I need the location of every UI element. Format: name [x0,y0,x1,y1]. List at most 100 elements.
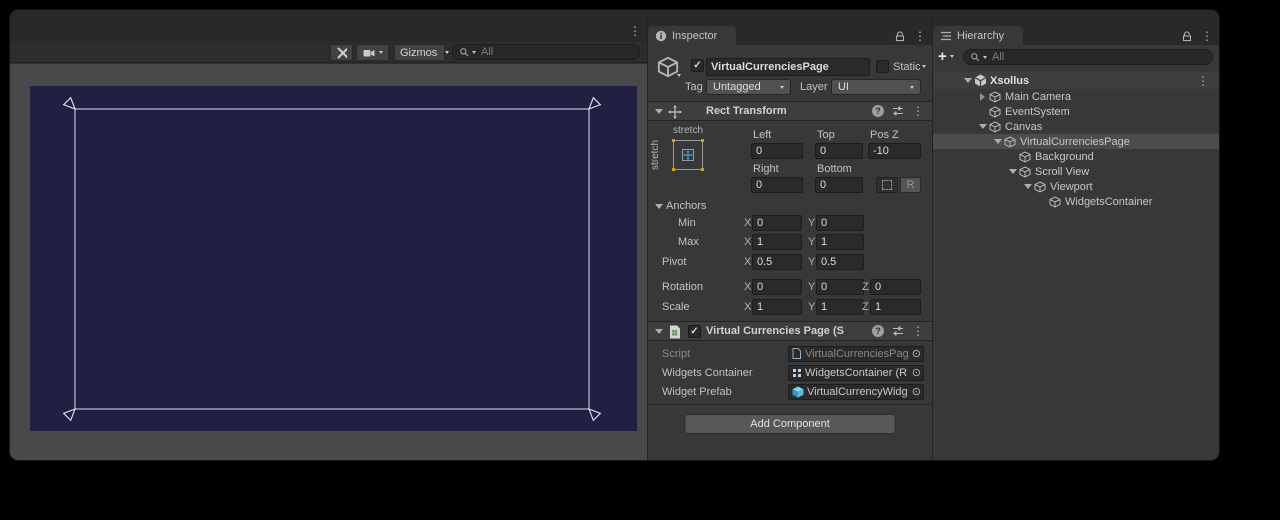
inspector-menu-icon[interactable]: ⋮ [914,30,926,42]
tab-hierarchy[interactable]: Hierarchy [933,26,1023,45]
hierarchy-item-widgetscontainer[interactable]: WidgetsContainer [933,194,1219,209]
foldout-icon[interactable] [961,74,974,87]
anchor-presets-button[interactable] [673,140,703,170]
hierarchy-item-eventsystem[interactable]: EventSystem [933,104,1219,119]
add-component-button[interactable]: Add Component [685,414,896,434]
scale-x-field[interactable] [752,299,802,315]
create-object-button[interactable]: + [938,49,954,64]
hierarchy-search-input[interactable] [990,50,1206,64]
layer-dropdown[interactable]: UI [831,79,921,95]
hierarchy-search-field[interactable] [963,49,1213,65]
scale-y-field[interactable] [816,299,864,315]
foldout-icon[interactable] [1006,165,1019,178]
presets-icon[interactable] [892,325,904,337]
foldout-spacer [1036,195,1049,208]
gizmos-dropdown[interactable]: Gizmos [394,44,445,61]
pivot-label: Pivot [662,256,686,268]
hierarchy-item-scroll-view[interactable]: Scroll View [933,164,1219,179]
help-icon[interactable]: ? [872,105,884,117]
scale-label: Scale [662,301,690,313]
blueprint-mode-button[interactable] [876,177,898,193]
anchors-label[interactable]: Anchors [666,200,706,212]
chevron-down-icon [910,86,914,89]
bottom-field[interactable] [815,177,863,193]
foldout-icon[interactable] [991,135,1004,148]
widget-prefab-field[interactable]: VirtualCurrencyWidg ⊙ [788,384,924,400]
pivot-y-field[interactable] [816,254,864,270]
scene-camera-button[interactable] [356,44,389,61]
lock-icon[interactable] [1181,30,1193,42]
component-enabled-checkbox[interactable]: ✓ [688,325,701,338]
foldout-icon[interactable] [652,105,665,118]
rect-transform-header[interactable]: Rect Transform ? ⋮ [648,101,932,121]
stretch-vertical-label: stretch [650,138,662,172]
anchors-foldout-icon[interactable] [652,200,665,213]
rotation-y-field[interactable] [816,279,864,295]
script-component-header[interactable]: ✓ Virtual Currencies Page (S ? ⋮ [648,321,932,341]
ui-canvas-preview[interactable] [30,86,637,431]
scale-z-field[interactable] [870,299,921,315]
hierarchy-item-xsollus[interactable]: Xsollus ⋮ [933,72,1219,89]
static-checkbox[interactable] [876,60,889,73]
lock-icon[interactable] [894,30,906,42]
hierarchy-item-main-camera[interactable]: Main Camera [933,89,1219,104]
camera-icon [363,47,375,59]
pivot-x-field[interactable] [752,254,802,270]
object-picker-icon[interactable]: ⊙ [912,349,921,360]
anchor-max-x-field[interactable] [752,234,802,250]
icon-picker-caret-icon[interactable] [677,74,681,77]
hierarchy-item-background[interactable]: Background [933,149,1219,164]
layer-label: Layer [800,81,828,93]
scene-search-input[interactable] [479,45,633,59]
component-menu-icon[interactable]: ⋮ [912,105,924,117]
script-row-label: Script [662,348,690,360]
hierarchy-item-viewport[interactable]: Viewport [933,179,1219,194]
rotation-z-field[interactable] [870,279,921,295]
active-checkbox[interactable]: ✓ [691,59,704,72]
right-field[interactable] [751,177,803,193]
object-picker-icon[interactable]: ⊙ [912,387,921,398]
object-picker-icon[interactable]: ⊙ [912,368,921,379]
stretch-horizontal-label: stretch [673,125,703,136]
widgets-container-field[interactable]: WidgetsContainer (R ⊙ [788,365,924,381]
scene-search-field[interactable] [452,44,640,60]
gameobject-icon [1049,196,1061,208]
hierarchy-menu-icon[interactable]: ⋮ [1201,30,1213,42]
anchor-min-y-field[interactable] [816,215,864,231]
tab-inspector[interactable]: Inspector [648,26,736,45]
anchor-max-y-field[interactable] [816,234,864,250]
scene-viewport[interactable] [10,63,647,460]
foldout-icon[interactable] [652,325,665,338]
chevron-down-icon [379,51,383,54]
top-field[interactable] [815,143,863,159]
static-caret-icon[interactable] [922,65,926,68]
hierarchy-tree: Xsollus ⋮ Main Camera EventSystem Canvas [933,72,1219,209]
min-label: Min [678,217,696,229]
rotation-x-field[interactable] [752,279,802,295]
hierarchy-tab-bar: Hierarchy ⋮ [933,10,1219,45]
search-icon [459,47,469,57]
foldout-icon[interactable] [1021,180,1034,193]
foldout-icon[interactable] [976,90,989,103]
scene-tools-button[interactable] [330,44,353,61]
presets-icon[interactable] [892,105,904,117]
scene-view-panel: ⋮ Gizmos [10,10,647,460]
scene-menu-icon[interactable]: ⋮ [629,25,641,37]
scene-options-icon[interactable]: ⋮ [1197,75,1209,87]
hierarchy-item-virtualcurrenciespage[interactable]: VirtualCurrenciesPage [933,134,1219,149]
left-field[interactable] [751,143,803,159]
component-menu-icon[interactable]: ⋮ [912,325,924,337]
corner-handle-icon [589,409,600,420]
pos-z-field[interactable] [868,143,921,159]
tag-dropdown[interactable]: Untagged [706,79,791,95]
gameobject-icon [1004,136,1016,148]
hierarchy-item-canvas[interactable]: Canvas [933,119,1219,134]
gameobject-cube-icon[interactable] [657,56,679,78]
help-icon[interactable]: ? [872,325,884,337]
raw-edit-mode-button[interactable]: R [900,177,921,193]
script-object-field[interactable]: VirtualCurrenciesPag ⊙ [788,346,924,362]
anchor-min-x-field[interactable] [752,215,802,231]
tag-label: Tag [685,81,703,93]
foldout-icon[interactable] [976,120,989,133]
gameobject-name-field[interactable] [706,58,870,76]
